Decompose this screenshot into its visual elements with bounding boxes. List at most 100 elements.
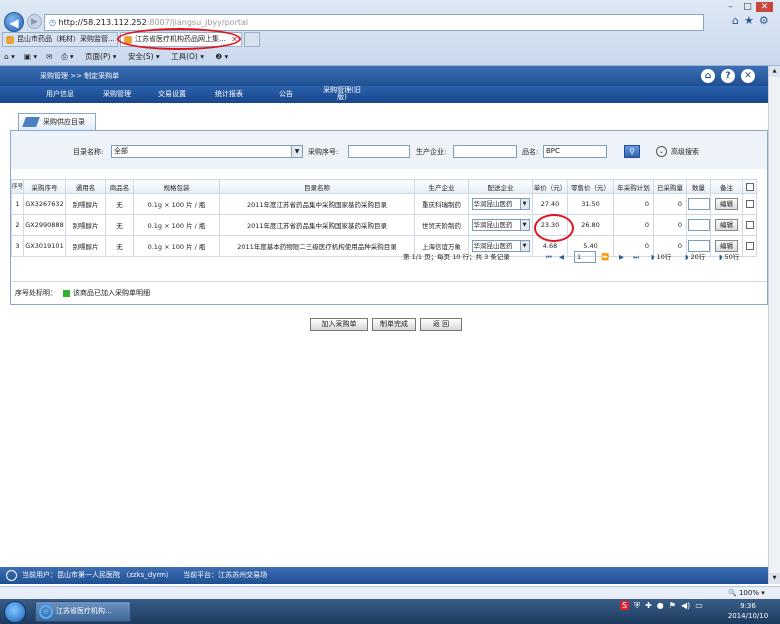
page-size-50[interactable]: ◗ 50行 <box>719 249 739 265</box>
print-icon[interactable]: ⎙ ▾ <box>61 52 73 61</box>
current-user: 当前用户：昆山市第一人民医院 （zzks_dyrm） <box>22 571 173 579</box>
expand-icon[interactable]: ⌄ <box>656 146 667 157</box>
menu-reports[interactable]: 统计报表 <box>215 89 243 99</box>
menu-notice[interactable]: 公告 <box>279 89 293 99</box>
home-menu-icon[interactable]: ⌂ ▾ <box>4 52 15 61</box>
vertical-scrollbar[interactable]: ▲ ▼ <box>768 66 780 584</box>
page-input[interactable]: 1 <box>574 251 596 263</box>
col-no: 序号 <box>11 179 24 194</box>
col-plan: 年采购计划 <box>613 179 654 194</box>
edit-button[interactable]: 编辑 <box>715 219 738 231</box>
scroll-down-icon[interactable]: ▼ <box>769 573 780 584</box>
menu-trade-settings[interactable]: 交易设置 <box>158 89 186 99</box>
advanced-search-link[interactable]: 高级搜索 <box>671 147 699 157</box>
current-platform: 当前平台：江苏苏州交易场 <box>183 571 268 579</box>
go-page-icon[interactable]: ⏩ <box>601 249 609 265</box>
table-header-row: 序号 采购序号 通用名 商品名 规格包装 目录名称 生产企业 配送企业 单价（元… <box>11 179 757 194</box>
distributor-select[interactable]: 华润昆山医药 ▼ <box>471 219 530 231</box>
page-size-icon: ◗ <box>719 253 723 261</box>
back-button[interactable]: 返 回 <box>420 318 462 331</box>
col-select-all[interactable] <box>742 179 757 194</box>
browser-tab-1[interactable]: 昆山市药品（耗材）采购监管... <box>2 32 118 47</box>
add-to-order-button[interactable]: 加入采购单 <box>310 318 368 331</box>
page-menu[interactable]: 页面(P) ▾ <box>85 52 117 61</box>
antivirus-icon[interactable]: ✚ <box>645 601 652 610</box>
search-button[interactable]: ⚲ <box>624 145 640 158</box>
row-checkbox[interactable] <box>745 200 754 208</box>
menu-user-info[interactable]: 用户信息 <box>46 89 74 99</box>
home-icon[interactable]: ⌂ <box>732 14 744 27</box>
col-catalog: 目录名称 <box>219 179 415 194</box>
flag-icon[interactable]: ⚑ <box>669 601 676 610</box>
taskbar-item-ie[interactable]: e 江苏省医疗机构... <box>35 601 131 622</box>
first-page-icon[interactable]: ⏮ <box>546 249 552 265</box>
safety-menu[interactable]: 安全(S) ▾ <box>128 52 160 61</box>
col-qty: 数量 <box>686 179 711 194</box>
network-icon[interactable]: ▭ <box>695 601 703 610</box>
browser-chrome: – □ ✕ ◀ ▶ ◷ http://58.213.112.252:8007/jia… <box>0 0 780 66</box>
back-button[interactable]: ◀ <box>4 12 24 32</box>
help-icon[interactable]: ? <box>721 69 735 83</box>
row-checkbox[interactable] <box>745 221 754 229</box>
zoom-level[interactable]: 🔍 100% ▾ <box>728 587 765 599</box>
close-icon[interactable]: ✕ <box>756 2 773 12</box>
security-icon[interactable]: ● <box>657 601 664 610</box>
edit-button[interactable]: 编辑 <box>715 198 738 210</box>
maximize-icon[interactable]: □ <box>739 2 756 12</box>
start-button[interactable] <box>4 601 26 623</box>
catalog-select[interactable]: 全部 ▼ <box>111 145 303 158</box>
gear-icon[interactable]: ⚙ <box>759 14 774 27</box>
close-icon[interactable]: ✕ <box>741 69 755 83</box>
name-input[interactable]: BPC <box>543 145 607 158</box>
tools-menu[interactable]: 工具(O) ▾ <box>171 52 204 61</box>
favorites-star-icon[interactable]: ★ <box>744 14 759 27</box>
cell-catalog: 2011年度江苏省药品集中采购国家基药采购目录 <box>219 193 415 215</box>
clock-date: 2014/10/10 <box>727 612 769 620</box>
maker-input[interactable] <box>453 145 517 158</box>
mail-icon[interactable]: ✉ <box>46 52 52 61</box>
quantity-input[interactable] <box>687 198 710 210</box>
page-size-10[interactable]: ◗ 10行 <box>651 249 671 265</box>
legend-label: 序号处标明： <box>15 289 57 297</box>
finish-order-button[interactable]: 制单完成 <box>372 318 416 331</box>
shield-icon[interactable]: ⛨ <box>634 601 640 610</box>
page-footer: 当前用户：昆山市第一人民医院 （zzks_dyrm） 当前平台：江苏苏州交易场 <box>0 567 768 584</box>
new-tab-button[interactable] <box>244 32 260 47</box>
help-menu[interactable]: ❷ ▾ <box>215 52 228 61</box>
cell-plan: 0 <box>613 193 654 215</box>
col-retail: 零售价（元） <box>567 179 614 194</box>
breadcrumb: 采购管理 >> 制定采购单 <box>40 72 120 80</box>
col-bought: 已采购量 <box>653 179 687 194</box>
feeds-icon[interactable]: ▣ ▾ <box>24 52 37 61</box>
col-distributor: 配送企业 <box>468 179 533 194</box>
green-square-icon <box>63 289 70 297</box>
prev-page-icon[interactable]: ◀ <box>559 249 564 265</box>
cell-no: 2 <box>11 214 24 236</box>
forward-button[interactable]: ▶ <box>27 14 42 29</box>
cell-brand: 无 <box>105 193 134 215</box>
next-page-icon[interactable]: ▶ <box>619 249 624 265</box>
tab-catalog[interactable]: 采购供应目录 <box>18 113 96 130</box>
code-label: 采购序号: <box>308 148 339 156</box>
command-bar: ⌂ ▾ ▣ ▾ ✉ ⎙ ▾ 页面(P) ▾ 安全(S) ▾ 工具(O) ▾ ❷ ▾ <box>0 48 780 65</box>
clock[interactable]: 9:36 2014/10/10 <box>720 601 776 621</box>
address-bar[interactable]: ◷ http://58.213.112.252:8007/jiangsu_jby… <box>44 14 704 31</box>
input-method-icon[interactable]: S <box>620 601 630 610</box>
cell-brand: 无 <box>105 214 134 236</box>
last-page-icon[interactable]: ⏭ <box>633 249 639 265</box>
menu-purchase[interactable]: 采购管理 <box>103 89 131 99</box>
distributor-select[interactable]: 华润昆山医药 ▼ <box>471 198 530 210</box>
menu-purchase-old[interactable]: 采购管理(旧版) <box>322 87 362 101</box>
page-size-icon: ◗ <box>651 253 655 261</box>
code-input[interactable] <box>348 145 410 158</box>
scroll-up-icon[interactable]: ▲ <box>769 66 780 77</box>
cell-bought: 0 <box>653 214 687 236</box>
quantity-input[interactable] <box>687 219 710 231</box>
select-all-checkbox[interactable] <box>745 182 754 191</box>
minimize-icon[interactable]: – <box>722 2 739 12</box>
home-icon[interactable]: ⌂ <box>701 69 715 83</box>
volume-icon[interactable]: ◀) <box>681 601 690 610</box>
page-size-20[interactable]: ◗ 20行 <box>685 249 705 265</box>
chevron-down-icon: ▼ <box>519 199 529 209</box>
cell-spec: 0.1g × 100 片 / 瓶 <box>133 214 220 236</box>
